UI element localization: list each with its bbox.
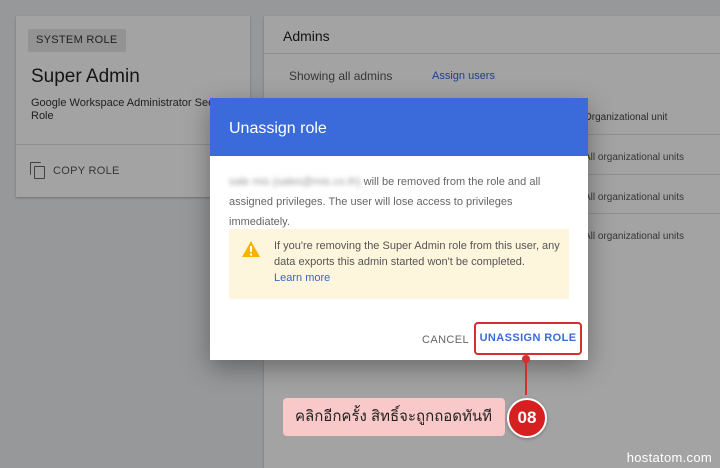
warning-box: If you're removing the Super Admin role … <box>229 229 569 299</box>
dialog-header: Unassign role <box>210 98 588 156</box>
redacted-user-email: sale mis (sales@mis.co.th) <box>229 176 361 188</box>
watermark: hostatom.com <box>626 450 712 465</box>
warning-message: If you're removing the Super Admin role … <box>274 240 560 268</box>
dialog-title: Unassign role <box>229 120 327 137</box>
learn-more-link[interactable]: Learn more <box>274 270 564 286</box>
unassign-role-dialog: Unassign role sale mis (sales@mis.co.th)… <box>210 98 588 360</box>
instruction-callout: คลิกอีกครั้ง สิทธิ์จะถูกถอดทันที <box>283 398 505 436</box>
dialog-message: sale mis (sales@mis.co.th) will be remov… <box>229 172 571 232</box>
warning-icon <box>242 241 260 257</box>
cancel-button[interactable]: CANCEL <box>422 334 469 346</box>
warning-text: If you're removing the Super Admin role … <box>274 238 564 286</box>
unassign-role-button[interactable]: UNASSIGN ROLE <box>474 322 582 355</box>
callout-connector-dot <box>522 355 530 363</box>
step-number-badge: 08 <box>507 398 547 438</box>
